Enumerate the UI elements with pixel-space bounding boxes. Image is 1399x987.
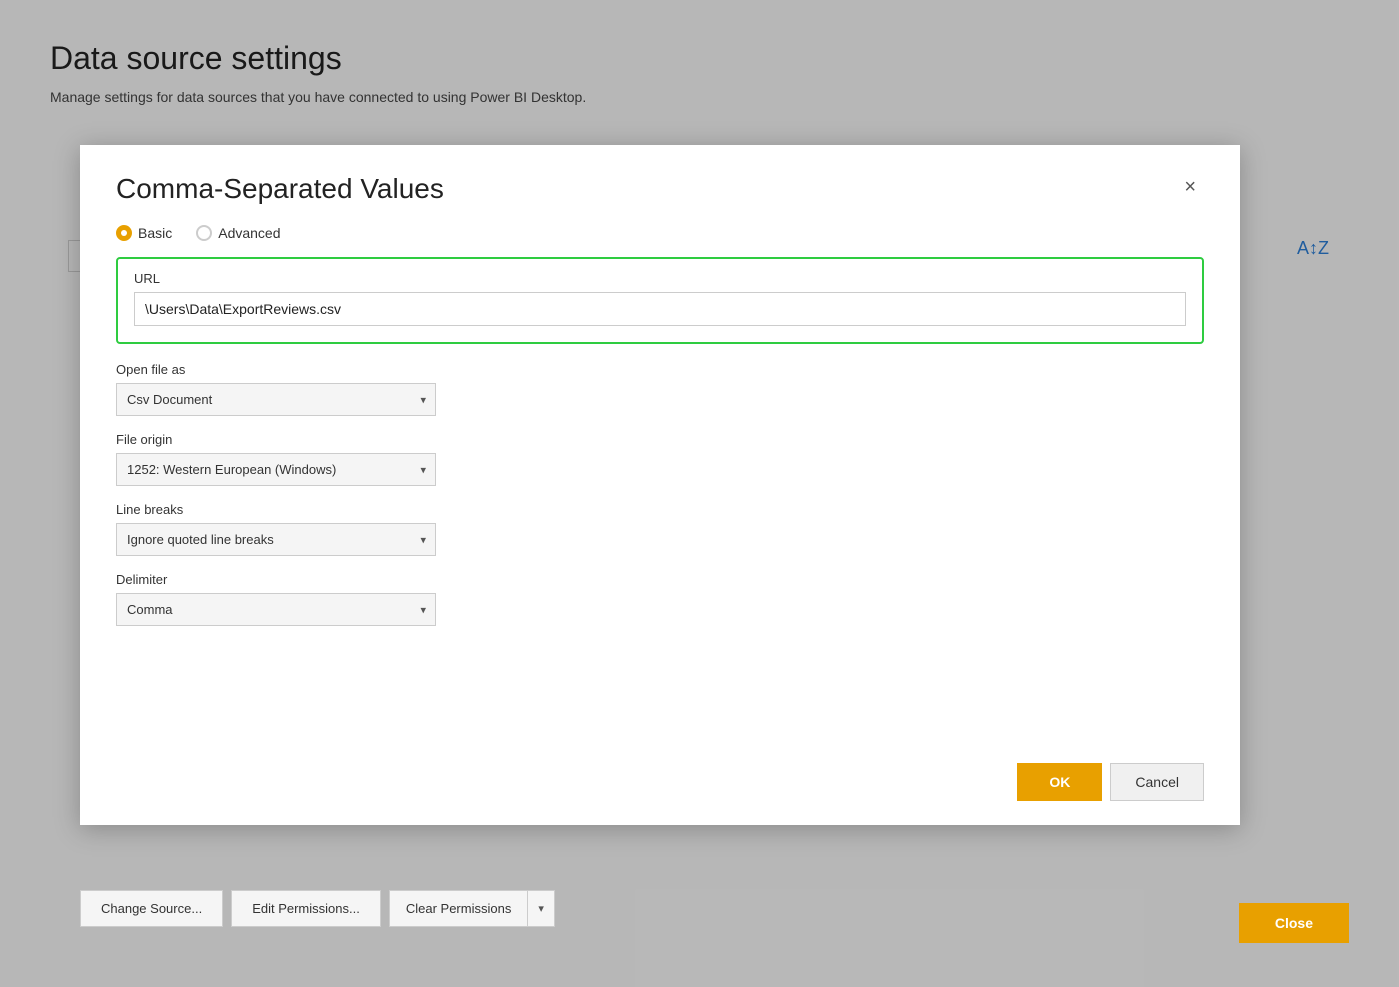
delimiter-label: Delimiter — [116, 572, 1204, 587]
modal-body: URL Open file as Csv Document ▾ File ori… — [80, 257, 1240, 747]
delimiter-select[interactable]: Comma — [116, 593, 436, 626]
delimiter-group: Delimiter Comma ▾ — [116, 572, 1204, 626]
clear-permissions-button[interactable]: Clear Permissions — [390, 891, 528, 926]
close-button[interactable]: Close — [1239, 903, 1349, 943]
radio-advanced-circle — [196, 225, 212, 241]
file-origin-select[interactable]: 1252: Western European (Windows) — [116, 453, 436, 486]
clear-permissions-dropdown-arrow[interactable]: ▾ — [528, 891, 554, 926]
cancel-button[interactable]: Cancel — [1110, 763, 1204, 801]
modal-footer: OK Cancel — [80, 747, 1240, 825]
radio-advanced-label: Advanced — [218, 225, 280, 241]
line-breaks-select[interactable]: Ignore quoted line breaks — [116, 523, 436, 556]
radio-basic-label: Basic — [138, 225, 172, 241]
radio-advanced-option[interactable]: Advanced — [196, 225, 280, 241]
url-label: URL — [134, 271, 1186, 286]
url-section: URL — [116, 257, 1204, 344]
radio-tabs: Basic Advanced — [80, 215, 1240, 257]
open-file-as-select[interactable]: Csv Document — [116, 383, 436, 416]
file-origin-wrapper: 1252: Western European (Windows) ▾ — [116, 453, 436, 486]
delimiter-wrapper: Comma ▾ — [116, 593, 436, 626]
open-file-as-group: Open file as Csv Document ▾ — [116, 362, 1204, 416]
radio-basic-option[interactable]: Basic — [116, 225, 172, 241]
change-source-button[interactable]: Change Source... — [80, 890, 223, 927]
line-breaks-label: Line breaks — [116, 502, 1204, 517]
clear-permissions-split-button: Clear Permissions ▾ — [389, 890, 555, 927]
file-origin-group: File origin 1252: Western European (Wind… — [116, 432, 1204, 486]
open-file-as-label: Open file as — [116, 362, 1204, 377]
open-file-as-wrapper: Csv Document ▾ — [116, 383, 436, 416]
file-origin-label: File origin — [116, 432, 1204, 447]
bottom-toolbar: Change Source... Edit Permissions... Cle… — [80, 890, 555, 927]
modal-title: Comma-Separated Values — [116, 173, 444, 205]
edit-permissions-button[interactable]: Edit Permissions... — [231, 890, 381, 927]
ok-button[interactable]: OK — [1017, 763, 1102, 801]
modal-header: Comma-Separated Values × — [80, 145, 1240, 215]
modal-close-button[interactable]: × — [1176, 173, 1204, 201]
radio-basic-circle — [116, 225, 132, 241]
url-input[interactable] — [134, 292, 1186, 326]
line-breaks-group: Line breaks Ignore quoted line breaks ▾ — [116, 502, 1204, 556]
line-breaks-wrapper: Ignore quoted line breaks ▾ — [116, 523, 436, 556]
csv-dialog: Comma-Separated Values × Basic Advanced … — [80, 145, 1240, 825]
